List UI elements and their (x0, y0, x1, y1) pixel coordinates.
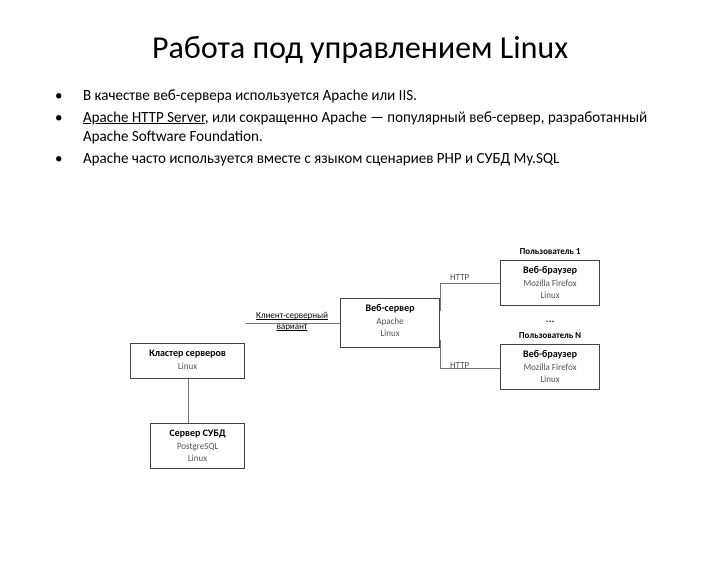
userN-browser-name: Mozilla Firefox (505, 362, 595, 374)
users-ellipsis: ... (535, 312, 565, 326)
connector-line (440, 368, 500, 369)
user1-box: Веб-браузер Mozilla Firefox Linux (500, 260, 600, 306)
bullet-icon: • (55, 109, 83, 148)
connector-line (440, 283, 500, 284)
apache-link[interactable]: Apache HTTP Server (83, 109, 205, 127)
user1-browser-label: Веб-браузер (505, 263, 595, 276)
list-item: • Apache часто используется вместе с язы… (55, 150, 670, 170)
connector-line (440, 283, 441, 311)
user1-browser-name: Mozilla Firefox (505, 278, 595, 290)
client-server-label: Клиент-серверный вариант (242, 310, 342, 332)
webserver-title: Веб-сервер (345, 301, 435, 314)
user1-os: Linux (505, 290, 595, 302)
bullet-icon: • (55, 150, 83, 170)
bullet-text: Apache часто используется вместе с языко… (83, 150, 670, 170)
bullet-text: В качестве веб-сервера используется Apac… (83, 87, 670, 107)
cluster-os: Linux (135, 361, 240, 373)
userN-box: Веб-браузер Mozilla Firefox Linux (500, 344, 600, 390)
page-title: Работа под управлением Linux (0, 28, 720, 67)
bullet-list: • В качестве веб-сервера используется Ap… (55, 87, 670, 169)
cluster-box: Кластер серверов Linux (130, 343, 245, 379)
userN-browser-label: Веб-браузер (505, 347, 595, 360)
bullet-icon: • (55, 87, 83, 107)
user1-title: Пользователь 1 (500, 246, 600, 257)
userN-title: Пользователь N (500, 330, 600, 341)
webserver-name: Apache (345, 316, 435, 328)
list-item: • Apache HTTP Server, или сокращенно Apa… (55, 109, 670, 148)
webserver-os: Linux (345, 328, 435, 340)
http-label-1: HTTP (450, 272, 469, 283)
dbserver-box: Сервер СУБД PostgreSQL Linux (150, 423, 245, 469)
connector-line (245, 323, 340, 324)
architecture-diagram: Пользователь 1 Веб-браузер Mozilla Firef… (0, 248, 720, 568)
connector-line (440, 340, 441, 368)
list-item: • В качестве веб-сервера используется Ap… (55, 87, 670, 107)
bullet-text: Apache HTTP Server, или сокращенно Apach… (83, 109, 670, 148)
dbserver-os: Linux (155, 453, 240, 465)
dbserver-name: PostgreSQL (155, 441, 240, 453)
webserver-box: Веб-сервер Apache Linux (340, 298, 440, 348)
http-label-2: HTTP (450, 360, 469, 371)
userN-os: Linux (505, 374, 595, 386)
dbserver-title: Сервер СУБД (155, 426, 240, 439)
cluster-title: Кластер серверов (135, 346, 240, 359)
connector-line (188, 379, 189, 423)
